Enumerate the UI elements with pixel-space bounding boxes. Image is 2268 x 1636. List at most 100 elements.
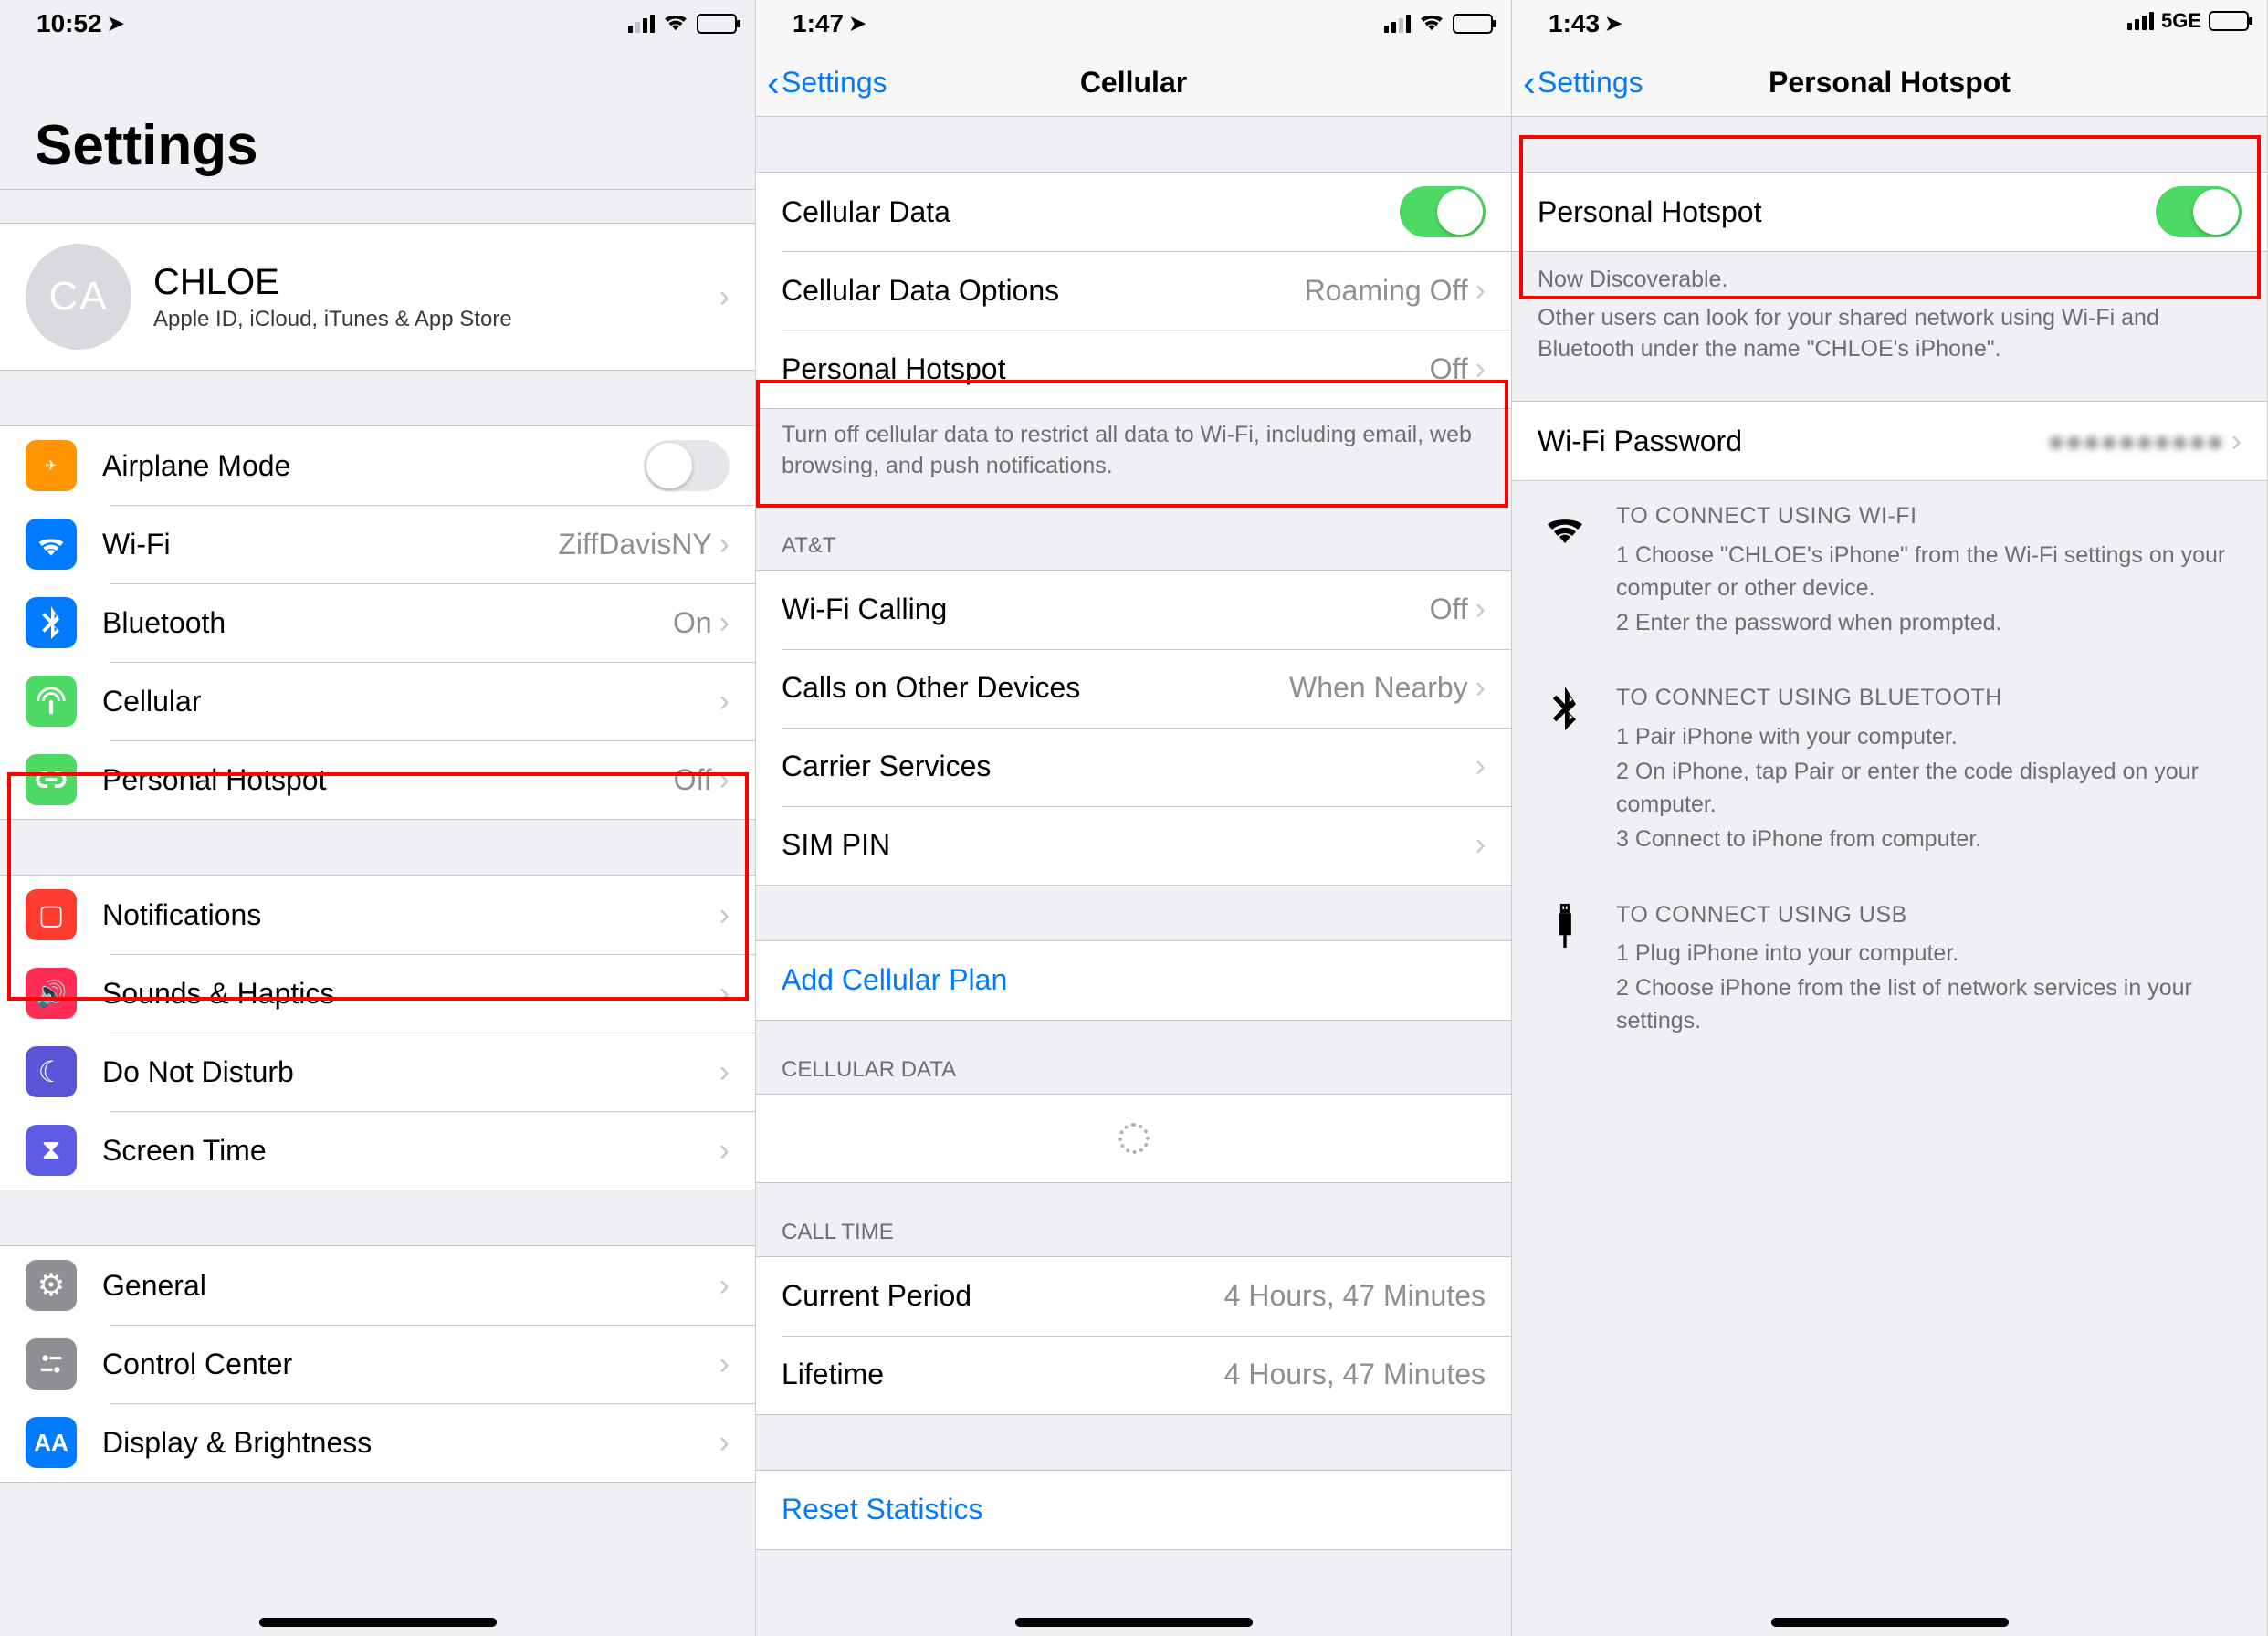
wifi-icon bbox=[1538, 499, 1592, 641]
row-cellular-data[interactable]: Cellular Data bbox=[756, 173, 1511, 251]
row-wifi-calling[interactable]: Wi-Fi Calling Off › bbox=[756, 571, 1511, 649]
instruction-block: TO CONNECT USING BLUETOOTH 1 Pair iPhone … bbox=[1512, 663, 2267, 879]
instructions: TO CONNECT USING WI-FI1 Choose "CHLOE's … bbox=[1512, 481, 2267, 1061]
row-cellular-data-options[interactable]: Cellular Data Options Roaming Off › bbox=[756, 251, 1511, 330]
text-size-icon: AA bbox=[26, 1417, 77, 1468]
wifi-password-value: ●●●●●●●●●● bbox=[2047, 425, 2223, 458]
status-time: 10:52 ➤ bbox=[37, 9, 124, 38]
row-label: Calls on Other Devices bbox=[782, 671, 1289, 705]
airplane-mode-toggle[interactable] bbox=[644, 440, 730, 491]
instruction-heading: TO CONNECT USING USB bbox=[1616, 898, 2242, 931]
row-cellular-personal-hotspot[interactable]: Personal Hotspot Off › bbox=[756, 330, 1511, 408]
instruction-line: 2 Enter the password when prompted. bbox=[1616, 606, 2242, 639]
chevron-right-icon: › bbox=[1475, 273, 1486, 309]
row-label: Wi-Fi Password bbox=[1538, 425, 2047, 458]
nav-bar: ‹ Settings Personal Hotspot bbox=[1512, 49, 2267, 117]
wifi-icon bbox=[1418, 9, 1445, 37]
instruction-line: 1 Pair iPhone with your computer. bbox=[1616, 720, 2242, 753]
row-cellular[interactable]: Cellular › bbox=[0, 662, 755, 740]
chevron-right-icon: › bbox=[1475, 827, 1486, 863]
row-carrier-services[interactable]: Carrier Services › bbox=[756, 728, 1511, 806]
location-icon: ➤ bbox=[1605, 12, 1622, 36]
profile-subtitle: Apple ID, iCloud, iTunes & App Store bbox=[153, 307, 719, 332]
row-display[interactable]: AA Display & Brightness › bbox=[0, 1403, 755, 1482]
row-reset-statistics[interactable]: Reset Statistics bbox=[756, 1471, 1511, 1549]
row-label: Lifetime bbox=[782, 1358, 1224, 1391]
row-personal-hotspot[interactable]: Personal Hotspot Off › bbox=[0, 740, 755, 819]
row-detail: When Nearby bbox=[1289, 671, 1468, 705]
row-bluetooth[interactable]: Bluetooth On › bbox=[0, 583, 755, 662]
network-type-label: 5GE bbox=[2161, 9, 2201, 33]
row-sounds[interactable]: 🔊 Sounds & Haptics › bbox=[0, 954, 755, 1033]
row-detail: Off bbox=[674, 763, 712, 797]
sounds-icon: 🔊 bbox=[26, 968, 77, 1019]
row-loading bbox=[756, 1095, 1511, 1182]
chevron-right-icon: › bbox=[719, 1133, 730, 1169]
chevron-right-icon: › bbox=[1475, 592, 1486, 627]
instruction-line: 2 On iPhone, tap Pair or enter the code … bbox=[1616, 755, 2242, 822]
gear-icon: ⚙︎ bbox=[26, 1260, 77, 1311]
row-add-cellular-plan[interactable]: Add Cellular Plan bbox=[756, 941, 1511, 1020]
bluetooth-icon bbox=[1538, 681, 1592, 857]
bluetooth-icon bbox=[26, 597, 77, 648]
home-indicator bbox=[1771, 1618, 2009, 1627]
row-label: General bbox=[102, 1269, 719, 1303]
chevron-right-icon: › bbox=[719, 1347, 730, 1382]
signal-bars-icon bbox=[1384, 15, 1411, 33]
row-label: Personal Hotspot bbox=[782, 352, 1430, 386]
row-screen-time[interactable]: ⧗ Screen Time › bbox=[0, 1111, 755, 1190]
profile-cell[interactable]: CA CHLOE Apple ID, iCloud, iTunes & App … bbox=[0, 224, 755, 370]
row-label: Airplane Mode bbox=[102, 449, 644, 483]
row-label: Screen Time bbox=[102, 1134, 719, 1168]
instruction-line: 3 Connect to iPhone from computer. bbox=[1616, 823, 2242, 855]
back-button[interactable]: ‹ Settings bbox=[767, 64, 887, 102]
row-label: Bluetooth bbox=[102, 606, 673, 640]
row-control-center[interactable]: Control Center › bbox=[0, 1325, 755, 1403]
hotspot-icon bbox=[26, 754, 77, 805]
row-lifetime: Lifetime 4 Hours, 47 Minutes bbox=[756, 1336, 1511, 1414]
instruction-text: TO CONNECT USING WI-FI1 Choose "CHLOE's … bbox=[1616, 499, 2242, 641]
cellular-data-toggle[interactable] bbox=[1400, 186, 1486, 237]
row-wifi[interactable]: Wi-Fi ZiffDavisNY › bbox=[0, 505, 755, 583]
chevron-right-icon: › bbox=[719, 762, 730, 798]
instruction-heading: TO CONNECT USING BLUETOOTH bbox=[1616, 681, 2242, 714]
chevron-right-icon: › bbox=[1475, 670, 1486, 706]
row-label: Notifications bbox=[102, 898, 719, 932]
row-label: Do Not Disturb bbox=[102, 1055, 719, 1089]
wifi-settings-icon bbox=[26, 519, 77, 570]
row-personal-hotspot-toggle[interactable]: Personal Hotspot bbox=[1512, 173, 2267, 251]
status-time-text: 1:43 bbox=[1549, 9, 1600, 38]
row-label: SIM PIN bbox=[782, 828, 1475, 862]
row-calls-other-devices[interactable]: Calls on Other Devices When Nearby › bbox=[756, 649, 1511, 728]
nav-title: Personal Hotspot bbox=[1769, 66, 2011, 100]
row-airplane-mode[interactable]: ✈︎ Airplane Mode bbox=[0, 426, 755, 505]
row-dnd[interactable]: ☾ Do Not Disturb › bbox=[0, 1033, 755, 1111]
personal-hotspot-toggle[interactable] bbox=[2156, 186, 2242, 237]
row-detail: Off bbox=[1430, 352, 1468, 386]
group-footer: Turn off cellular data to restrict all d… bbox=[756, 409, 1511, 497]
row-wifi-password[interactable]: Wi-Fi Password ●●●●●●●●●● › bbox=[1512, 402, 2267, 480]
airplane-icon: ✈︎ bbox=[26, 440, 77, 491]
status-time: 1:47 ➤ bbox=[793, 9, 866, 38]
status-bar: 1:43 ➤ 5GE bbox=[1512, 0, 2267, 49]
row-notifications[interactable]: ▢ Notifications › bbox=[0, 876, 755, 954]
status-time-text: 1:47 bbox=[793, 9, 844, 38]
status-bar: 1:47 ➤ bbox=[756, 0, 1511, 49]
chevron-right-icon: › bbox=[719, 976, 730, 1012]
back-label: Settings bbox=[782, 66, 887, 100]
row-sim-pin[interactable]: SIM PIN › bbox=[756, 806, 1511, 885]
notifications-icon: ▢ bbox=[26, 889, 77, 940]
instruction-block: TO CONNECT USING WI-FI1 Choose "CHLOE's … bbox=[1512, 481, 2267, 663]
chevron-right-icon: › bbox=[719, 684, 730, 719]
signal-bars-icon bbox=[2127, 12, 2154, 30]
instruction-line: 1 Choose "CHLOE's iPhone" from the Wi-Fi… bbox=[1616, 539, 2242, 605]
row-label: Display & Brightness bbox=[102, 1426, 719, 1460]
status-time: 1:43 ➤ bbox=[1549, 9, 1622, 38]
hourglass-icon: ⧗ bbox=[26, 1125, 77, 1176]
back-button[interactable]: ‹ Settings bbox=[1523, 64, 1643, 102]
pane-hotspot: 1:43 ➤ 5GE ‹ Settings Personal Hotspot P… bbox=[1512, 0, 2268, 1636]
row-general[interactable]: ⚙︎ General › bbox=[0, 1246, 755, 1325]
page-title: Settings bbox=[0, 49, 755, 190]
link-label: Reset Statistics bbox=[782, 1493, 983, 1526]
row-label: Cellular Data Options bbox=[782, 274, 1305, 308]
